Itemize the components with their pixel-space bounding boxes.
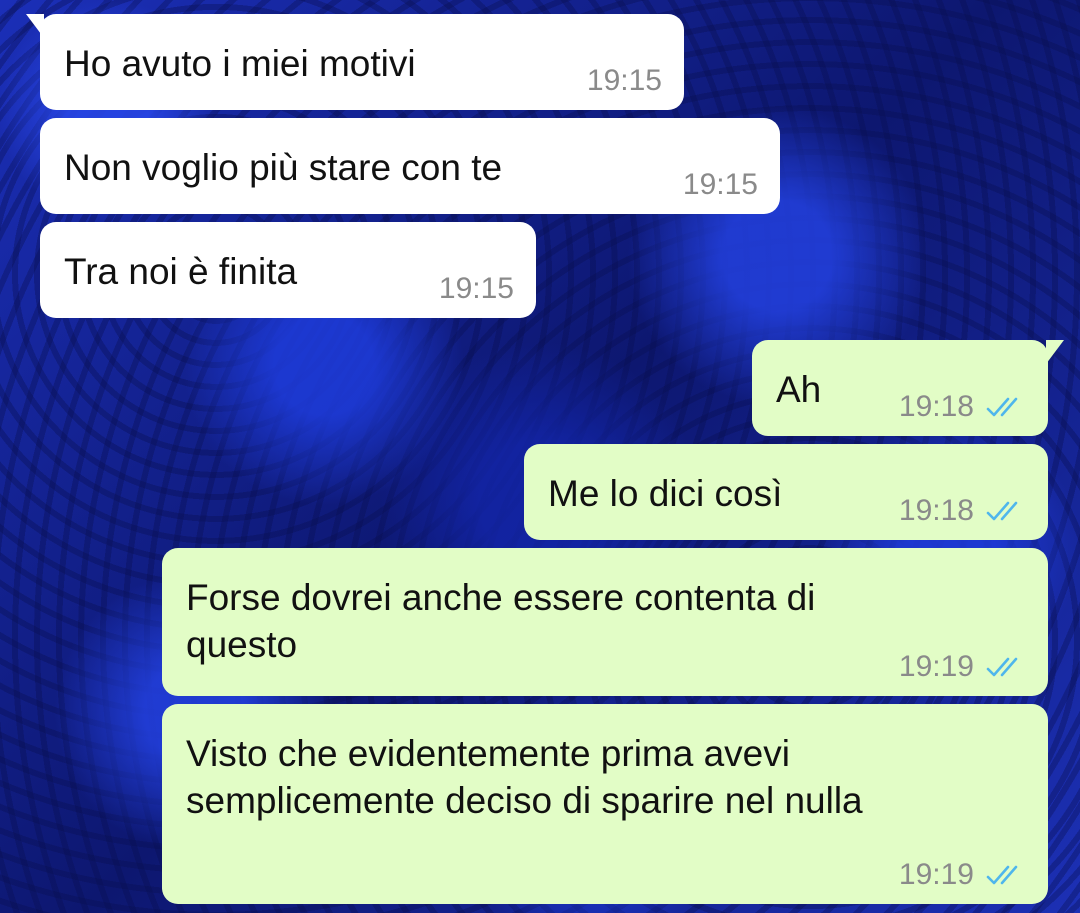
message-meta: 19:15 [683, 168, 758, 202]
incoming-message-bubble[interactable]: Ho avuto i miei motivi 19:15 [26, 14, 684, 110]
message-time: 19:15 [438, 272, 514, 305]
outgoing-message-bubble[interactable]: Forse dovrei anche essere contenta di qu… [162, 548, 1048, 696]
double-check-read-icon [986, 395, 1026, 419]
bubble-tail [1046, 340, 1064, 364]
message-text: Ho avuto i miei motivi [64, 43, 416, 84]
message-meta: 19:18 [899, 494, 1026, 528]
message-time: 19:19 [898, 858, 974, 891]
message-time: 19:18 [898, 390, 974, 423]
message-meta: 19:19 [899, 858, 1026, 892]
message-text: Visto che evidentemente prima avevi semp… [186, 733, 863, 821]
double-check-read-icon [986, 655, 1026, 679]
message-meta: 19:15 [439, 272, 514, 306]
message-text: Me lo dici così [548, 473, 783, 514]
message-time: 19:18 [898, 494, 974, 527]
incoming-message-bubble[interactable]: Tra noi è finita 19:15 [40, 222, 536, 318]
double-check-read-icon [986, 863, 1026, 887]
message-meta: 19:18 [899, 390, 1026, 424]
outgoing-message-bubble[interactable]: Ah 19:18 [752, 340, 1064, 436]
message-text: Non voglio più stare con te [64, 147, 503, 188]
message-time: 19:15 [586, 64, 662, 97]
message-list[interactable]: Ho avuto i miei motivi 19:15 Non voglio … [0, 0, 1080, 913]
message-text: Forse dovrei anche essere contenta di qu… [186, 577, 816, 665]
message-meta: 19:15 [587, 64, 662, 98]
outgoing-message-bubble[interactable]: Me lo dici così 19:18 [524, 444, 1048, 540]
message-text: Ah [776, 369, 822, 410]
outgoing-message-bubble[interactable]: Visto che evidentemente prima avevi semp… [162, 704, 1048, 904]
double-check-read-icon [986, 499, 1026, 523]
message-time: 19:19 [898, 650, 974, 683]
message-text: Tra noi è finita [64, 251, 298, 292]
message-time: 19:15 [682, 168, 758, 201]
message-meta: 19:19 [899, 650, 1026, 684]
incoming-message-bubble[interactable]: Non voglio più stare con te 19:15 [40, 118, 780, 214]
bubble-tail [26, 14, 44, 38]
